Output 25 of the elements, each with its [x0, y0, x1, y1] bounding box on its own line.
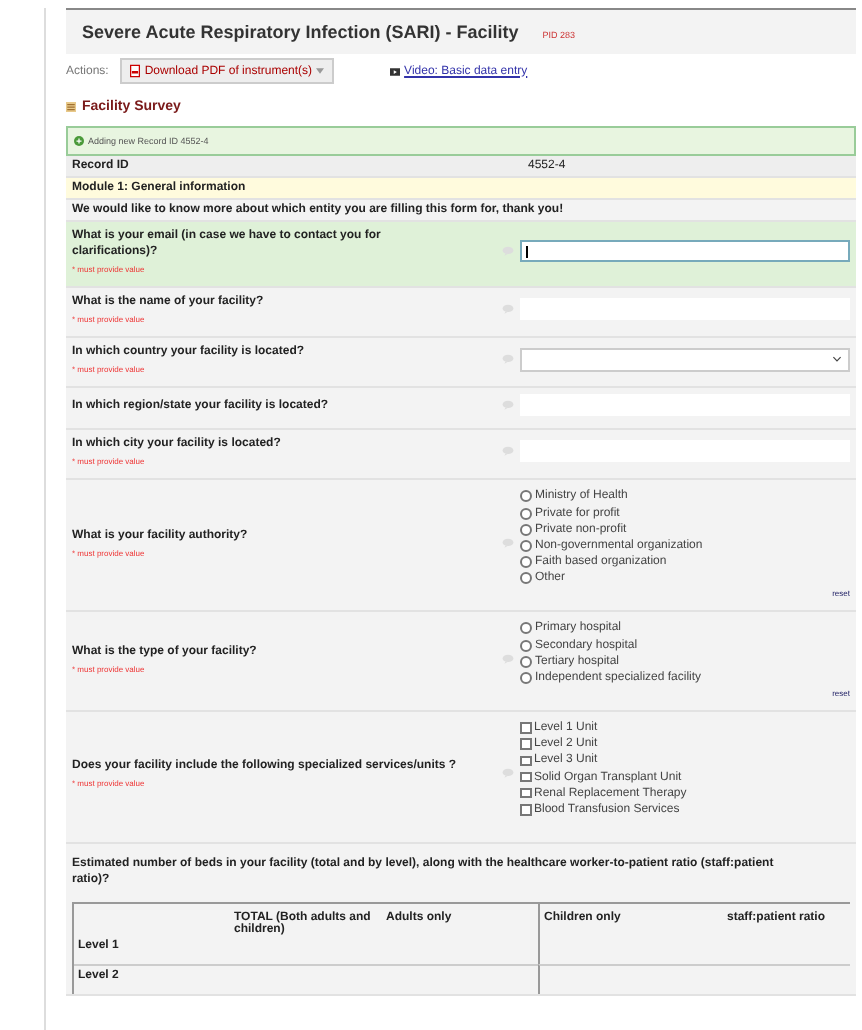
checkbox[interactable] — [520, 755, 531, 767]
checkbox[interactable] — [520, 787, 531, 799]
video-icon — [390, 67, 401, 75]
checkbox[interactable] — [520, 722, 531, 734]
page-title: Severe Acute Respiratory Infection (SARI) - Facility — [82, 22, 519, 42]
radio-button[interactable] — [520, 655, 532, 668]
checkbox[interactable] — [520, 738, 531, 750]
radio-button[interactable] — [520, 556, 532, 569]
dropdown-field[interactable] — [520, 347, 850, 372]
radio-button[interactable] — [520, 622, 532, 635]
pdf-icon — [130, 64, 141, 78]
radio-button[interactable] — [520, 639, 532, 652]
chevron-down-icon — [832, 356, 842, 363]
radio-button[interactable] — [520, 572, 532, 585]
radio-button[interactable] — [520, 507, 532, 520]
radio-button[interactable] — [520, 523, 532, 536]
plus-circle-icon — [74, 136, 84, 146]
text-field[interactable] — [520, 240, 850, 263]
radio-button[interactable] — [520, 540, 532, 553]
radio-button[interactable] — [520, 671, 532, 684]
checkbox[interactable] — [520, 804, 531, 816]
radio-button[interactable] — [520, 490, 532, 503]
form-icon — [66, 102, 76, 112]
checkbox[interactable] — [520, 771, 531, 783]
caret-icon — [316, 68, 325, 74]
